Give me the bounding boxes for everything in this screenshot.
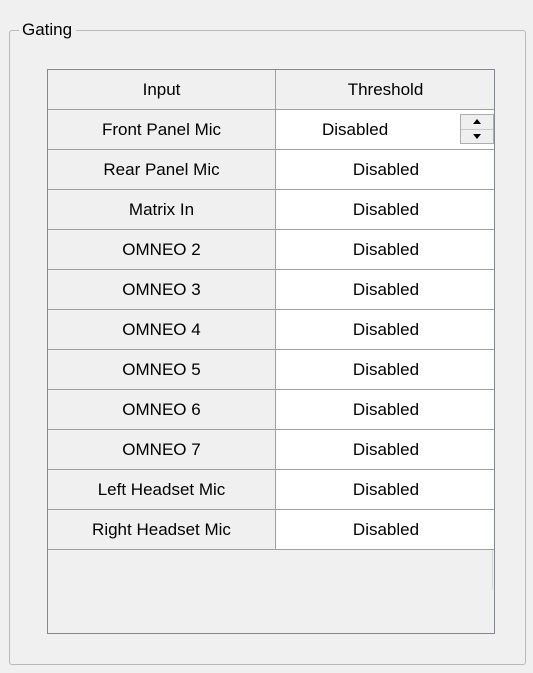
threshold-cell[interactable]: Disabled [276, 470, 494, 510]
gating-grid[interactable]: Input Threshold Front Panel Mic Disabled… [47, 69, 495, 634]
input-cell[interactable]: Matrix In [48, 190, 276, 230]
input-cell[interactable]: OMNEO 6 [48, 390, 276, 430]
input-cell[interactable]: OMNEO 4 [48, 310, 276, 350]
table-row[interactable]: OMNEO 3 Disabled [48, 270, 494, 310]
input-cell[interactable]: Front Panel Mic [48, 110, 276, 150]
table-row[interactable]: Matrix In Disabled [48, 190, 494, 230]
threshold-cell[interactable]: Disabled [276, 230, 494, 270]
threshold-cell[interactable]: Disabled [276, 270, 494, 310]
gating-group-title: Gating [19, 20, 77, 40]
threshold-cell-editor[interactable]: Disabled [276, 110, 494, 150]
column-header-input[interactable]: Input [48, 70, 276, 110]
table-row[interactable]: Front Panel Mic Disabled [48, 110, 494, 150]
input-cell[interactable]: OMNEO 7 [48, 430, 276, 470]
table-row[interactable]: OMNEO 5 Disabled [48, 350, 494, 390]
input-cell[interactable]: OMNEO 2 [48, 230, 276, 270]
threshold-cell[interactable]: Disabled [276, 350, 494, 390]
grid-empty-area [48, 550, 494, 633]
input-cell[interactable]: OMNEO 5 [48, 350, 276, 390]
input-cell[interactable]: Rear Panel Mic [48, 150, 276, 190]
table-row[interactable]: Left Headset Mic Disabled [48, 470, 494, 510]
threshold-cell[interactable]: Disabled [276, 510, 494, 550]
grid-empty-divider [48, 550, 493, 590]
spin-down-button[interactable] [461, 129, 493, 143]
input-cell[interactable]: Right Headset Mic [48, 510, 276, 550]
table-row[interactable]: OMNEO 7 Disabled [48, 430, 494, 470]
threshold-cell[interactable]: Disabled [276, 150, 494, 190]
spin-up-button[interactable] [461, 115, 493, 130]
input-cell[interactable]: Left Headset Mic [48, 470, 276, 510]
table-row[interactable]: OMNEO 2 Disabled [48, 230, 494, 270]
table-row[interactable]: OMNEO 6 Disabled [48, 390, 494, 430]
threshold-value[interactable]: Disabled [322, 120, 388, 140]
column-header-threshold[interactable]: Threshold [276, 70, 494, 110]
threshold-cell[interactable]: Disabled [276, 390, 494, 430]
table-row[interactable]: OMNEO 4 Disabled [48, 310, 494, 350]
grid-header-row: Input Threshold [48, 70, 494, 110]
table-row[interactable]: Right Headset Mic Disabled [48, 510, 494, 550]
table-row[interactable]: Rear Panel Mic Disabled [48, 150, 494, 190]
threshold-cell[interactable]: Disabled [276, 190, 494, 230]
threshold-cell[interactable]: Disabled [276, 310, 494, 350]
triangle-up-icon [473, 119, 481, 125]
triangle-down-icon [473, 133, 481, 139]
threshold-cell[interactable]: Disabled [276, 430, 494, 470]
threshold-spinner[interactable] [460, 114, 494, 144]
input-cell[interactable]: OMNEO 3 [48, 270, 276, 310]
